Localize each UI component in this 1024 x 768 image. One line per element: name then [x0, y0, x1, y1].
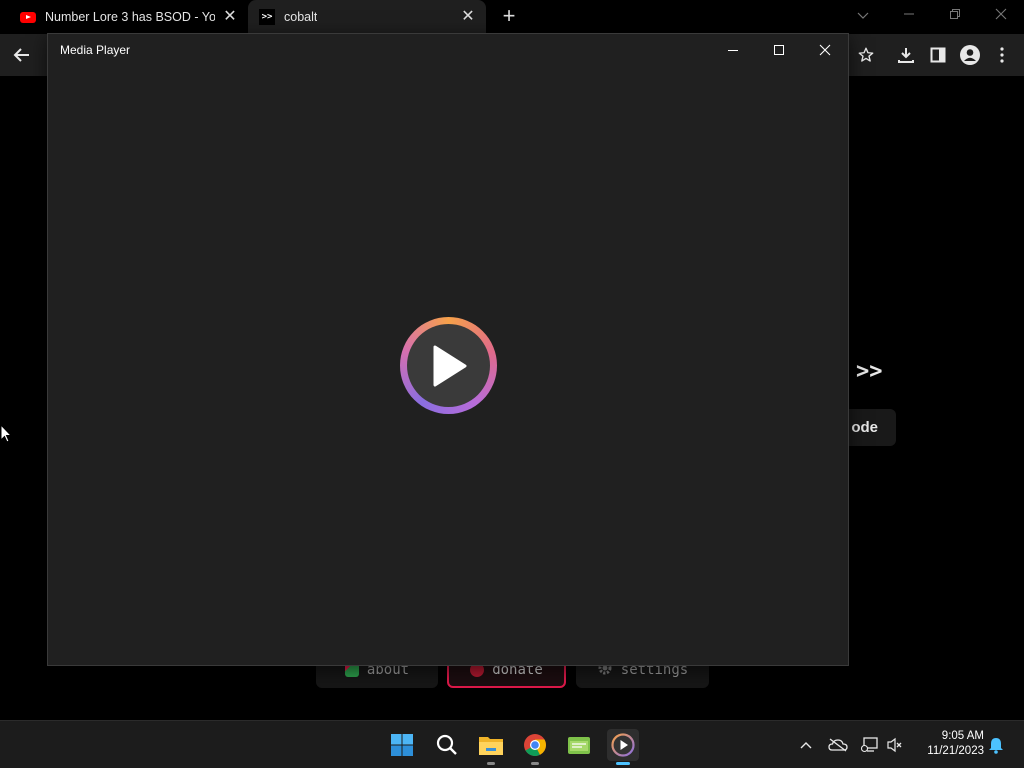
- tab-youtube[interactable]: Number Lore 3 has BSOD - YouT ✕: [12, 0, 248, 34]
- chevron-up-icon[interactable]: [796, 735, 816, 755]
- minimize-icon: [728, 50, 738, 51]
- minimize-button[interactable]: [718, 38, 748, 62]
- clock-time: 9:05 AM: [941, 730, 984, 742]
- cobalt-logo: >>: [856, 359, 883, 384]
- download-icon[interactable]: [894, 43, 918, 67]
- browser-restore-icon[interactable]: [943, 4, 967, 26]
- taskbar-clock[interactable]: 9:05 AM 11/21/2023: [912, 729, 984, 759]
- clock-date: 11/21/2023: [927, 745, 984, 757]
- tab-search-icon[interactable]: [851, 4, 875, 26]
- close-tab-icon[interactable]: ✕: [222, 9, 238, 25]
- cobalt-icon: >>: [259, 9, 275, 25]
- close-button[interactable]: [810, 38, 840, 62]
- chrome-icon[interactable]: [519, 729, 551, 765]
- maximize-icon: [774, 45, 784, 55]
- profile-avatar-icon[interactable]: [958, 43, 982, 67]
- play-icon: [433, 345, 466, 386]
- browser-tabstrip: Number Lore 3 has BSOD - YouT ✕ >> cobal…: [0, 0, 1024, 34]
- browser-minimize-icon[interactable]: [897, 4, 921, 26]
- volume-muted-icon[interactable]: [885, 735, 905, 755]
- browser-close-icon[interactable]: [989, 4, 1013, 26]
- maximize-button[interactable]: [764, 38, 794, 62]
- taskbar: 9:05 AM 11/21/2023: [0, 720, 1024, 768]
- tab-title: Number Lore 3 has BSOD - YouT: [45, 10, 215, 24]
- media-player-titlebar[interactable]: Media Player: [48, 34, 848, 66]
- window-title: Media Player: [60, 43, 131, 57]
- search-icon[interactable]: [431, 729, 463, 761]
- youtube-icon: [20, 9, 36, 25]
- onedrive-offline-icon[interactable]: [828, 735, 848, 755]
- play-button[interactable]: [400, 317, 497, 414]
- notepad-icon[interactable]: [563, 729, 595, 761]
- media-player-window: Media Player: [47, 33, 849, 666]
- new-tab-button[interactable]: +: [498, 5, 520, 27]
- windows-start-icon[interactable]: [386, 729, 418, 761]
- more-menu-icon[interactable]: [990, 43, 1014, 67]
- mouse-cursor-icon: [0, 423, 13, 449]
- back-arrow-icon[interactable]: [10, 43, 34, 67]
- mode-button-label: ode: [851, 419, 878, 436]
- side-panel-icon[interactable]: [926, 43, 950, 67]
- tab-cobalt[interactable]: >> cobalt ✕: [248, 0, 486, 34]
- notification-bell-icon[interactable]: [986, 735, 1006, 755]
- media-player-icon[interactable]: [607, 729, 639, 765]
- close-icon: [819, 44, 831, 56]
- file-explorer-icon[interactable]: [475, 729, 507, 765]
- bookmark-star-icon[interactable]: [854, 43, 878, 67]
- tab-title: cobalt: [284, 10, 318, 24]
- desktop: Number Lore 3 has BSOD - YouT ✕ >> cobal…: [0, 0, 1024, 768]
- close-tab-icon[interactable]: ✕: [460, 9, 476, 25]
- network-icon[interactable]: [860, 735, 880, 755]
